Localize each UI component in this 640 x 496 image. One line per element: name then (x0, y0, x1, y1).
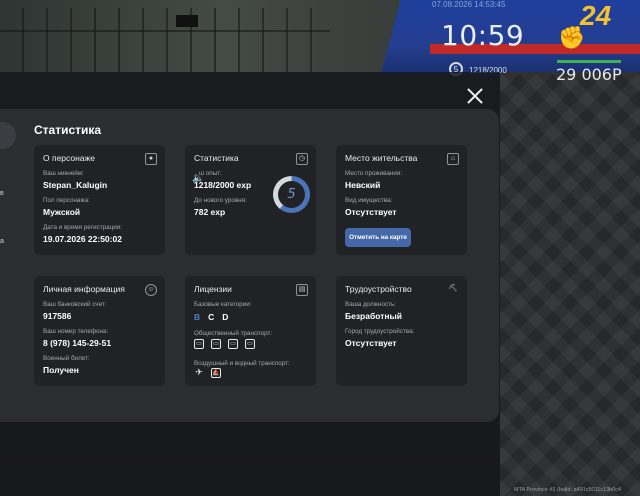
phone-value: 8 (978) 145-29-51 (43, 338, 112, 348)
base-categories-label: Базовые категории: (194, 301, 252, 308)
hud-date: 07.08.2026 14:53:45 (432, 0, 506, 9)
next-level-value: 782 exp (194, 207, 226, 217)
plane-icon: ✈ (195, 367, 203, 377)
registration-label: Дата и время регистрации: (43, 224, 123, 231)
nickname-value: Stepan_Kalugin (43, 180, 108, 190)
work-city-label: Город трудоустройства: (345, 328, 415, 335)
health-bar (557, 60, 621, 63)
air-water-transport-icons: ✈ ⛵ (194, 368, 221, 378)
military-value: Получен (43, 365, 79, 375)
card-employment: Трудоустройство ⛏ Ваша должность: Безраб… (336, 276, 467, 386)
card-personal: О персонаже ● Ваш никнейм: Stepan_Kalugi… (34, 145, 165, 255)
pickaxe-icon: ⛏ (448, 285, 458, 292)
card-stats: Статистика ◷ ш опыт: 🔈 1218/2000 exp До … (185, 145, 316, 255)
position-value: Безработный (345, 311, 402, 321)
tram-icon: ▭ (228, 339, 238, 349)
ground-tiles (500, 72, 640, 496)
gender-label: Пол персонажа: (43, 197, 90, 204)
card-residence: Место жительства ⌂ Место проживания: Нев… (336, 145, 467, 255)
hud-time: 10:59 (441, 19, 525, 52)
side-menu-panel (0, 109, 22, 422)
side-menu-label-fragment[interactable]: а (0, 238, 4, 245)
position-label: Ваша должность: (345, 301, 396, 308)
work-city-value: Отсутствует (345, 338, 397, 348)
street-sign (176, 15, 198, 27)
fence-rail (0, 30, 330, 32)
card-licenses: Лицензии ▤ Базовые категории: B C D Обще… (185, 276, 316, 386)
nickname-label: Ваш никнейм: (43, 170, 84, 177)
close-icon[interactable] (466, 87, 484, 105)
license-category-c: C (208, 312, 215, 322)
license-categories: B C D (194, 312, 228, 322)
card-personal-info: Личная информация ☺ Ваш банковский счет:… (34, 276, 165, 386)
card-title: Статистика (194, 153, 239, 163)
card-title: Место жительства (345, 153, 418, 163)
health-bar-fill (557, 60, 621, 63)
public-transport-icons: ▭ ▭ ▭ ▭ (194, 339, 255, 349)
bus-icon: ▭ (194, 339, 204, 349)
hud-money: 29 006Р (556, 65, 622, 84)
license-category-d: D (222, 312, 229, 322)
air-water-transport-label: Воздушный и водный транспорт: (194, 360, 290, 367)
phone-label: Ваш номер телефона: (43, 328, 109, 335)
side-menu-label-fragment[interactable]: в (0, 190, 4, 197)
fence (0, 8, 330, 72)
trolleybus-icon: ▭ (211, 339, 221, 349)
registration-value: 19.07.2026 22:50:02 (43, 234, 122, 244)
license-icon: ▤ (296, 284, 308, 296)
public-transport-label: Общественный транспорт: (194, 330, 273, 337)
card-title: О персонаже (43, 153, 95, 163)
page-title: Статистика (34, 123, 102, 137)
card-title: Трудоустройство (345, 284, 412, 294)
license-category-b: B (194, 312, 201, 322)
bank-label: Ваш банковский счет: (43, 301, 107, 308)
face-icon: ☺ (145, 284, 157, 296)
property-value: Отсутствует (345, 207, 397, 217)
gender-value: Мужской (43, 207, 81, 217)
military-label: Военный билет: (43, 355, 90, 362)
card-title: Лицензии (194, 284, 232, 294)
level-number: 5 (278, 181, 305, 208)
exp-value: 1218/2000 exp (194, 180, 252, 190)
mark-on-map-button[interactable]: Отметить на карте (345, 228, 411, 247)
fist-icon: ✊ (558, 25, 586, 50)
person-icon: ● (145, 153, 157, 165)
place-value: Невский (345, 180, 381, 190)
next-level-label: До нового уровня: (194, 197, 247, 204)
clock-icon: ◷ (296, 153, 308, 165)
bank-value: 917586 (43, 311, 72, 321)
card-title: Личная информация (43, 284, 125, 294)
house-icon: ⌂ (447, 153, 459, 165)
property-label: Вид имущества: (345, 197, 393, 204)
level-progress-ring: 5 (273, 176, 310, 213)
minibus-icon: ▭ (245, 339, 255, 349)
boat-icon: ⛵ (211, 368, 221, 378)
place-label: Место проживания: (345, 170, 403, 177)
build-info: MTA Province #1 (build: a491c5011c13b0c4 (514, 487, 622, 493)
